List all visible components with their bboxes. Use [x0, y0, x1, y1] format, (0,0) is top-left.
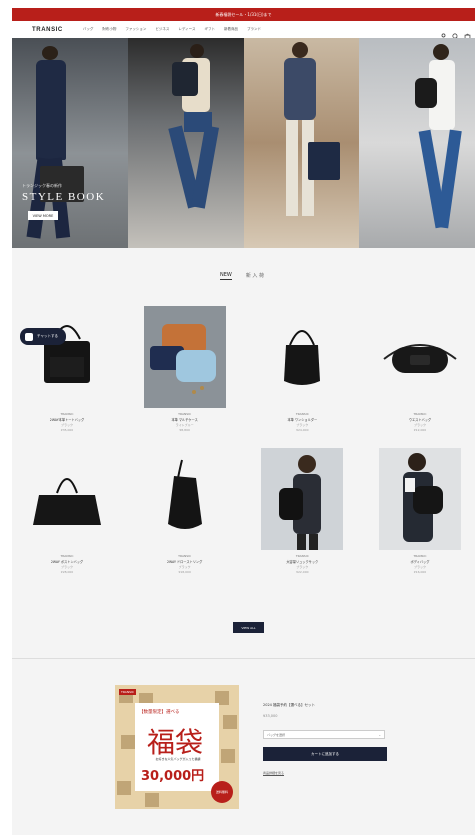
product-info-name: 2024 福袋予約【選べる】セット — [263, 703, 316, 707]
product-card[interactable]: TRANSIC 本革 ワンショルダー ブラック ¥24,000 — [255, 306, 349, 432]
free-shipping-badge: 送料無料 — [211, 781, 233, 803]
tab-new[interactable]: NEW — [220, 272, 232, 280]
product-name: ボディバッグ — [410, 560, 430, 564]
product-desc: ライトブルー — [175, 423, 194, 427]
product-brand: TRANSIC — [413, 554, 427, 558]
product-desc: ブラック — [60, 423, 73, 427]
nav-item[interactable]: ビジネス — [155, 27, 169, 32]
product-desc: ブラック — [178, 565, 191, 569]
site-header: TRANSIC バッグ 財布小物 ファッション ビジネス レディース ギフト 新… — [12, 21, 475, 41]
fukubukuro-line: お好きな人気バッグが入った福袋 — [155, 757, 201, 761]
product-price: ¥12,000 — [413, 428, 427, 432]
product-card[interactable]: TRANSIC 本革 マルチケース ライトブルー ¥8,800 — [138, 306, 232, 432]
product-brand: TRANSIC — [60, 412, 74, 416]
product-grid: TRANSIC 2WAY本革トートバッグ ブラック ¥35,000 TRANSI… — [20, 306, 467, 574]
fukubukuro-top: 【数量限定】選べる — [139, 710, 180, 715]
nav-item[interactable]: レディース — [178, 27, 195, 32]
product-image — [261, 448, 344, 550]
product-desc: ブラック — [413, 423, 426, 427]
add-to-cart-button[interactable]: カートに追加する — [263, 747, 387, 761]
hero-subtitle: トランジック春の新作 — [22, 183, 62, 188]
product-price: ¥35,000 — [60, 428, 74, 432]
header-icons — [440, 25, 471, 41]
product-card[interactable]: TRANSIC 大容量リュックサック ブラック ¥22,000 — [255, 448, 349, 574]
variant-select[interactable]: バッグを選択 ⌄ — [263, 730, 385, 739]
product-card[interactable]: TRANSIC 2WAY本革トートバッグ ブラック ¥35,000 — [20, 306, 114, 432]
hero-banner[interactable] — [12, 38, 475, 248]
product-name: 2WAY ドローストリング — [167, 560, 203, 564]
product-price: ¥16,000 — [413, 570, 427, 574]
product-price: ¥28,000 — [60, 570, 74, 574]
product-price: ¥18,000 — [178, 570, 191, 574]
main-nav: バッグ 財布小物 ファッション ビジネス レディース ギフト 新着商品 ブランド — [83, 27, 261, 32]
nav-item[interactable]: ブランド — [247, 27, 261, 32]
product-brand: TRANSIC — [295, 412, 309, 416]
nav-item[interactable]: 新着商品 — [224, 27, 238, 32]
chat-icon — [25, 332, 33, 341]
fukubukuro-image[interactable]: TRANSIC 【数量限定】選べる 福袋 お好きな人気バッグが入った福袋 30,… — [115, 685, 239, 809]
product-section: NEW 新 入 荷 TRANSIC 2WAY本革トートバッグ ブラック ¥35,… — [12, 248, 475, 658]
product-card[interactable]: TRANSIC ボディバッグ ブラック ¥16,000 — [373, 448, 467, 574]
hero-text: トランジック春の新作 STYLE BOOK — [22, 183, 105, 203]
product-detail-link[interactable]: 商品詳細を見る — [263, 771, 393, 775]
logo[interactable]: TRANSIC — [32, 27, 63, 33]
product-card[interactable]: TRANSIC 2WAY ボストンバッグ ブラック ¥28,000 — [20, 448, 114, 574]
nav-item[interactable]: 財布小物 — [102, 27, 116, 32]
promo-bar[interactable]: 新春福袋セール・1/31(日)まで — [12, 8, 475, 21]
product-image — [261, 306, 343, 408]
product-tabs: NEW 新 入 荷 — [220, 272, 264, 280]
hero-view-more-button[interactable]: VIEW MORE — [28, 211, 58, 220]
product-info: 2024 福袋予約【選べる】セット ¥33,000 バッグを選択 ⌄ カートに追… — [263, 703, 393, 775]
hero-image-3 — [243, 38, 360, 248]
tab-arrivals[interactable]: 新 入 荷 — [246, 272, 264, 280]
nav-item[interactable]: ファッション — [125, 27, 146, 32]
product-info-price: ¥33,000 — [263, 714, 278, 718]
featured-section: TRANSIC 【数量限定】選べる 福袋 お好きな人気バッグが入った福袋 30,… — [12, 658, 475, 835]
view-all-button[interactable]: VIEW ALL — [233, 622, 264, 633]
cart-icon[interactable] — [464, 25, 471, 40]
product-image — [144, 448, 226, 550]
nav-item[interactable]: ギフト — [204, 27, 215, 32]
product-image — [378, 448, 461, 550]
product-desc: ブラック — [296, 565, 309, 569]
nav-item[interactable]: バッグ — [83, 27, 94, 32]
fukubukuro-card: 【数量限定】選べる 福袋 お好きな人気バッグが入った福袋 30,000円 — [135, 703, 219, 791]
hero-title: STYLE BOOK — [22, 191, 106, 203]
hero-image-2 — [127, 38, 244, 248]
product-price: ¥22,000 — [296, 570, 309, 574]
product-name: 大容量リュックサック — [286, 560, 319, 564]
product-image — [26, 306, 108, 408]
product-image — [143, 306, 226, 408]
fukubukuro-tag: TRANSIC — [119, 689, 136, 695]
product-desc: ブラック — [296, 423, 309, 427]
chat-button[interactable]: チャットする — [20, 328, 66, 345]
hero-image-4 — [359, 38, 475, 248]
product-name: 本革 ワンショルダー — [287, 418, 318, 422]
promo-text: 新春福袋セール・1/31(日)まで — [215, 11, 272, 17]
chat-label: チャットする — [37, 334, 58, 338]
product-image — [379, 306, 461, 408]
product-brand: TRANSIC — [413, 412, 427, 416]
product-price: ¥8,800 — [179, 428, 190, 432]
product-name: ウエストバッグ — [408, 418, 432, 422]
product-card[interactable]: TRANSIC ウエストバッグ ブラック ¥12,000 — [373, 306, 467, 432]
product-brand: TRANSIC — [178, 412, 192, 416]
product-card[interactable]: TRANSIC 2WAY ドローストリング ブラック ¥18,000 — [138, 448, 232, 574]
product-desc: ブラック — [413, 565, 426, 569]
product-image — [26, 448, 108, 550]
product-name: 本革 マルチケース — [171, 418, 198, 422]
account-icon[interactable] — [440, 25, 447, 41]
product-name: 2WAY本革トートバッグ — [49, 418, 85, 422]
product-name: 2WAY ボストンバッグ — [50, 560, 84, 564]
fukubukuro-amount: 30,000円 — [141, 769, 205, 784]
fukubukuro-title: 福袋 — [147, 728, 204, 759]
product-brand: TRANSIC — [60, 554, 74, 558]
product-price: ¥24,000 — [296, 428, 309, 432]
variant-select-value: バッグを選択 — [267, 732, 286, 737]
product-desc: ブラック — [60, 565, 73, 569]
product-brand: TRANSIC — [295, 554, 309, 558]
chevron-down-icon: ⌄ — [378, 732, 381, 737]
search-icon[interactable] — [452, 25, 459, 40]
product-brand: TRANSIC — [178, 554, 192, 558]
